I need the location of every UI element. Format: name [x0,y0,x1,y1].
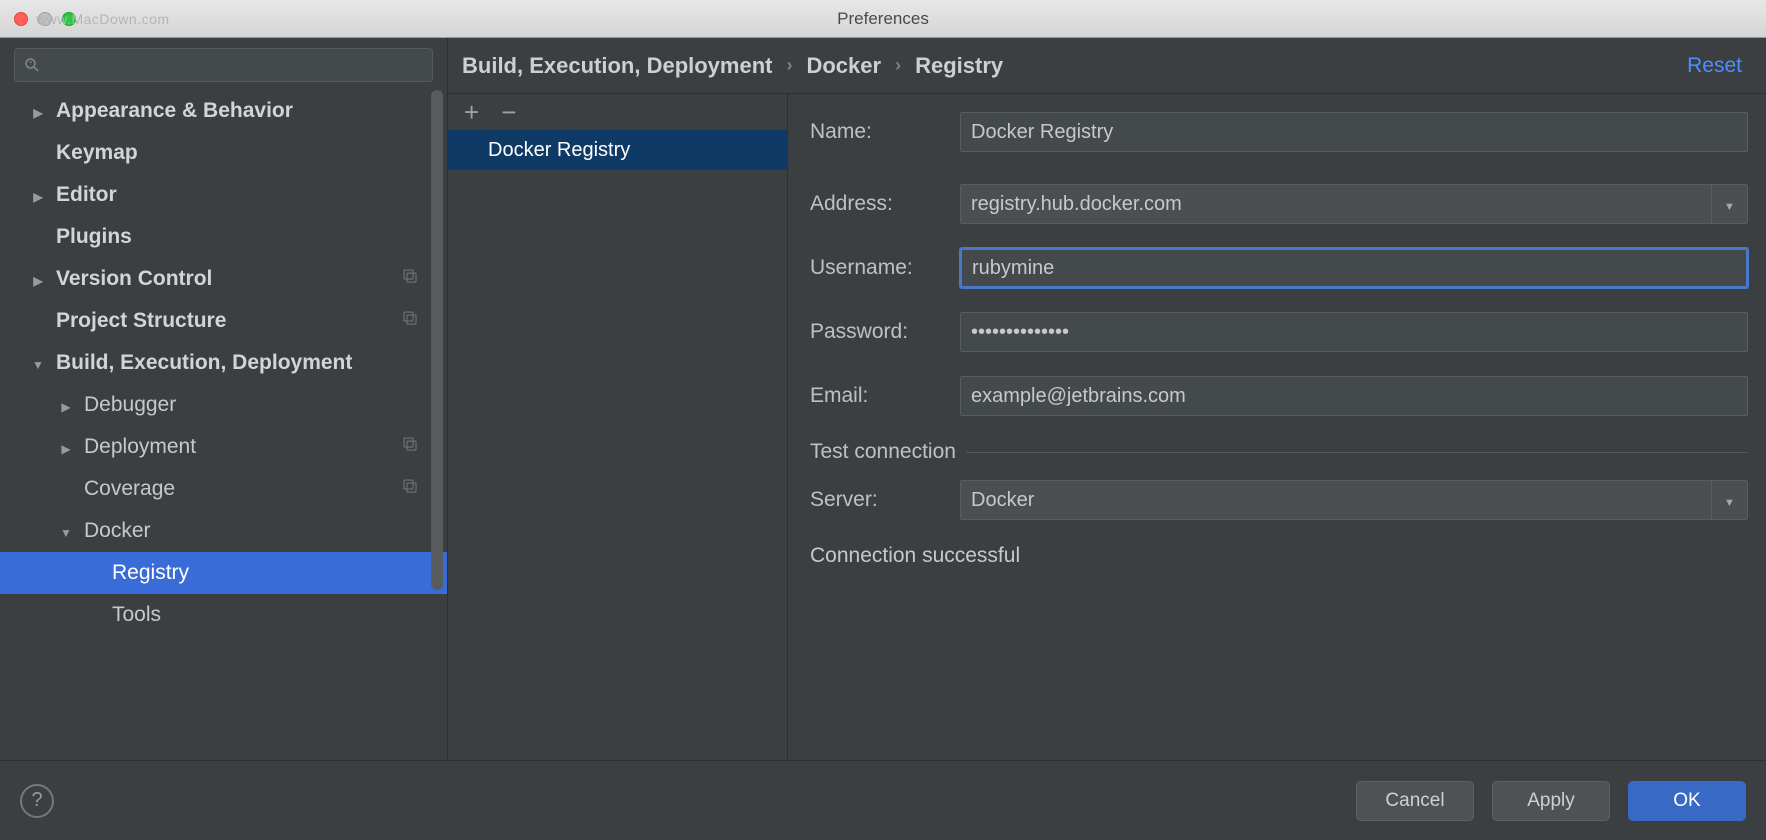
remove-button[interactable]: − [501,99,516,125]
sidebar-item-label: Docker [84,519,151,543]
project-scope-icon [401,309,419,333]
settings-search-input[interactable] [14,48,433,82]
address-value: registry.hub.docker.com [971,193,1182,216]
sidebar-item-build-execution-deployment[interactable]: Build, Execution, Deployment [0,342,447,384]
help-button[interactable]: ? [20,784,54,818]
close-window-button[interactable] [14,12,28,26]
chevron-right-icon [61,435,70,459]
sidebar-item-appearance-behavior[interactable]: Appearance & Behavior [0,90,447,132]
server-label: Server: [810,488,960,512]
chevron-down-icon [32,351,44,375]
chevron-right-icon [33,183,42,207]
sidebar-item-tools[interactable]: Tools [0,594,447,636]
sidebar-item-coverage[interactable]: Coverage [0,468,447,510]
cancel-button[interactable]: Cancel [1356,781,1474,821]
project-scope-icon [401,477,419,501]
sidebar-item-project-structure[interactable]: Project Structure [0,300,447,342]
sidebar-item-debugger[interactable]: Debugger [0,384,447,426]
add-button[interactable]: + [464,99,479,125]
window-titlebar: www.MacDown.com Preferences [0,0,1766,38]
project-scope-icon [401,435,419,459]
email-label: Email: [810,384,960,408]
password-label: Password: [810,320,960,344]
sidebar-item-label: Coverage [84,477,175,501]
sidebar-item-docker[interactable]: Docker [0,510,447,552]
dropdown-button[interactable] [1711,185,1747,223]
breadcrumb-current: Registry [915,53,1003,79]
sidebar-item-label: Editor [56,183,117,207]
connection-status: Connection successful [810,544,1748,568]
registry-list-panel: + − Docker Registry [448,94,788,760]
dialog-footer: ? Cancel Apply OK [0,760,1766,840]
sidebar-item-plugins[interactable]: Plugins [0,216,447,258]
sidebar-scrollbar[interactable] [431,90,443,650]
project-scope-icon [401,267,419,291]
sidebar-item-version-control[interactable]: Version Control [0,258,447,300]
test-connection-legend: Test connection [810,440,966,464]
test-connection-group: Test connection Server: Docker Connectio… [810,440,1748,568]
chevron-right-icon [33,267,42,291]
sidebar-item-label: Plugins [56,225,132,249]
name-label: Name: [810,120,960,144]
registry-list-item[interactable]: Docker Registry [448,130,787,170]
sidebar-item-label: Tools [112,603,161,627]
sidebar-item-registry[interactable]: Registry [0,552,447,594]
watermark-text: www.MacDown.com [36,11,170,27]
address-label: Address: [810,192,960,216]
sidebar-item-label: Project Structure [56,309,226,333]
sidebar-item-deployment[interactable]: Deployment [0,426,447,468]
sidebar-item-label: Build, Execution, Deployment [56,351,352,375]
registry-list: Docker Registry [448,130,787,760]
sidebar-item-label: Version Control [56,267,212,291]
name-input[interactable] [960,112,1748,152]
ok-button[interactable]: OK [1628,781,1746,821]
chevron-down-icon [1724,489,1735,512]
breadcrumb-separator-icon: › [786,55,792,76]
breadcrumb-root[interactable]: Build, Execution, Deployment [462,53,772,79]
settings-sidebar: Appearance & Behavior Keymap Editor Plugins… [0,38,448,760]
username-label: Username: [810,256,960,280]
email-input[interactable] [960,376,1748,416]
breadcrumb-separator-icon: › [895,55,901,76]
server-combobox[interactable]: Docker [960,480,1748,520]
breadcrumb-bar: Build, Execution, Deployment › Docker › … [448,38,1766,94]
sidebar-item-label: Registry [112,561,189,585]
chevron-right-icon [61,393,70,417]
sidebar-item-keymap[interactable]: Keymap [0,132,447,174]
server-value: Docker [971,489,1034,512]
chevron-down-icon [60,519,72,543]
sidebar-item-label: Appearance & Behavior [56,99,293,123]
password-input[interactable] [960,312,1748,352]
dropdown-button[interactable] [1711,481,1747,519]
window-title: Preferences [837,9,929,29]
settings-tree: Appearance & Behavior Keymap Editor Plugins… [0,90,447,760]
sidebar-item-label: Deployment [84,435,196,459]
apply-button[interactable]: Apply [1492,781,1610,821]
address-combobox[interactable]: registry.hub.docker.com [960,184,1748,224]
sidebar-item-editor[interactable]: Editor [0,174,447,216]
chevron-right-icon [33,99,42,123]
chevron-down-icon [1724,193,1735,216]
search-icon [23,56,41,74]
reset-link[interactable]: Reset [1687,54,1742,78]
sidebar-item-label: Debugger [84,393,176,417]
registry-form: Name: Address: registry.hub.docker.com U… [788,94,1766,760]
sidebar-item-label: Keymap [56,141,138,165]
breadcrumb-parent[interactable]: Docker [806,53,881,79]
username-input[interactable] [960,248,1748,288]
